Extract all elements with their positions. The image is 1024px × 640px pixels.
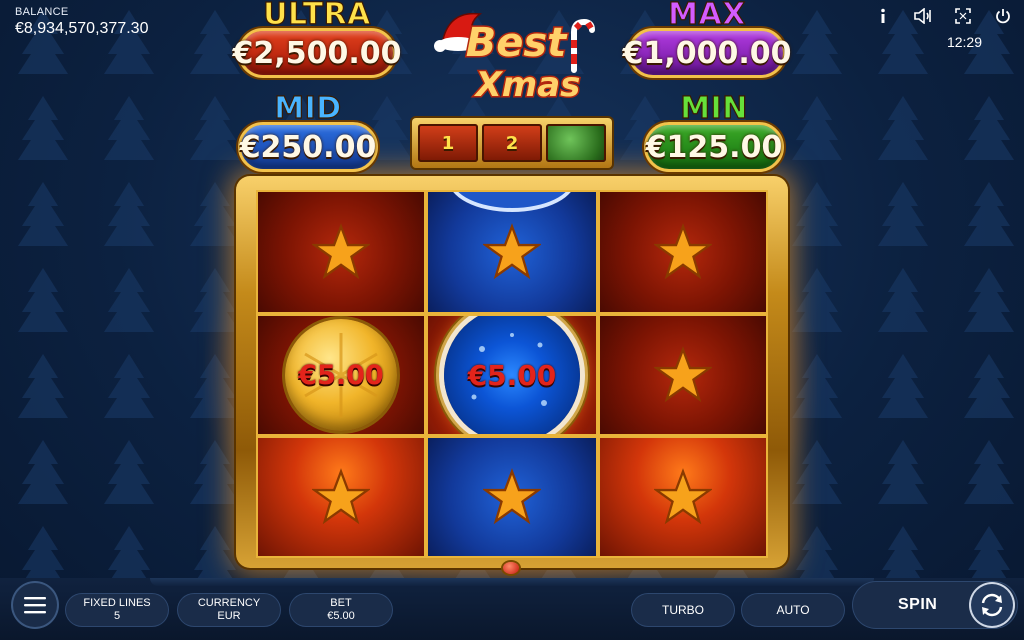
jackpot-max: MAX €1,000.00 xyxy=(623,0,791,78)
jackpot-min: MIN €125.00 xyxy=(644,91,784,172)
jackpot-max-amount: €1,000.00 xyxy=(623,28,791,78)
balance-value: €8,934,570,377.30 xyxy=(15,20,149,37)
collection-progress: 1 2 xyxy=(412,118,612,168)
info-icon[interactable] xyxy=(872,6,894,26)
star-icon xyxy=(312,468,370,525)
jackpot-min-name: MIN xyxy=(680,91,748,126)
reel-cell: €5.00 xyxy=(426,314,598,436)
menu-button[interactable] xyxy=(13,583,57,627)
power-icon[interactable] xyxy=(992,6,1014,26)
currency-label: CURRENCY xyxy=(197,597,261,609)
hamburger-icon xyxy=(24,597,46,614)
fixed-lines-selector[interactable]: FIXED LINES 5 xyxy=(66,594,168,626)
auto-label: AUTO xyxy=(776,602,810,617)
reel-cell xyxy=(256,190,426,314)
currency-value: EUR xyxy=(217,610,241,622)
spin-button[interactable]: SPIN xyxy=(853,582,1017,628)
frame-gem xyxy=(503,562,519,574)
clock: 12:29 xyxy=(946,34,982,50)
reel-grid: €5.00 €5.00 xyxy=(256,190,768,558)
jackpot-min-amount: €125.00 xyxy=(644,122,784,172)
gold-coin-value: €5.00 xyxy=(298,359,384,391)
star-icon xyxy=(483,223,541,280)
jackpot-ultra-name: ULTRA xyxy=(262,0,371,32)
auto-button[interactable]: AUTO xyxy=(742,594,844,626)
jackpot-mid-name: MID xyxy=(274,91,342,126)
sound-icon[interactable] xyxy=(912,6,934,26)
reel-cell xyxy=(598,190,768,314)
reel-cell xyxy=(256,436,426,558)
game-logo: Best Xmas xyxy=(434,12,595,107)
jackpot-ultra-amount: €2,500.00 xyxy=(233,28,401,78)
reel-cell: €5.00 xyxy=(256,314,426,436)
jackpot-mid-amount: €250.00 xyxy=(238,122,378,172)
bet-selector[interactable]: BET €5.00 xyxy=(290,594,392,626)
currency-selector[interactable]: CURRENCY EUR xyxy=(178,594,280,626)
star-icon xyxy=(654,346,712,403)
progress-step-1: 1 xyxy=(418,124,478,162)
logo-line2: Xmas xyxy=(474,65,581,105)
turbo-button[interactable]: TURBO xyxy=(632,594,734,626)
fixed-lines-value: 5 xyxy=(113,610,121,622)
top-controls xyxy=(872,6,1014,26)
balance-display: BALANCE €8,934,570,377.30 xyxy=(15,6,148,38)
bet-value: €5.00 xyxy=(327,610,355,622)
star-icon xyxy=(483,468,541,525)
bet-label: BET xyxy=(330,597,352,609)
logo-line1: Best xyxy=(466,20,568,66)
reel-cell xyxy=(598,314,768,436)
gold-coin-symbol: €5.00 xyxy=(285,319,397,431)
progress-step-3 xyxy=(546,124,606,162)
turbo-label: TURBO xyxy=(662,602,704,617)
spin-arrows-icon xyxy=(971,584,1013,626)
jackpot-mid: MID €250.00 xyxy=(238,91,378,172)
jackpot-max-name: MAX xyxy=(668,0,746,32)
reel-cell xyxy=(426,190,598,314)
reel-cell xyxy=(426,436,598,558)
star-icon xyxy=(654,468,712,525)
spin-label: SPIN xyxy=(898,596,938,613)
partial-symbol xyxy=(448,192,576,212)
blue-coin-symbol: €5.00 xyxy=(444,316,580,434)
balance-label: BALANCE xyxy=(15,6,69,18)
progress-step-2: 2 xyxy=(482,124,542,162)
reel-cell xyxy=(598,436,768,558)
fullscreen-icon[interactable] xyxy=(952,6,974,26)
jackpot-ultra: ULTRA €2,500.00 xyxy=(233,0,401,78)
fixed-lines-label: FIXED LINES xyxy=(83,597,151,609)
star-icon xyxy=(312,223,370,280)
star-icon xyxy=(654,223,712,280)
blue-coin-value: €5.00 xyxy=(467,358,557,392)
